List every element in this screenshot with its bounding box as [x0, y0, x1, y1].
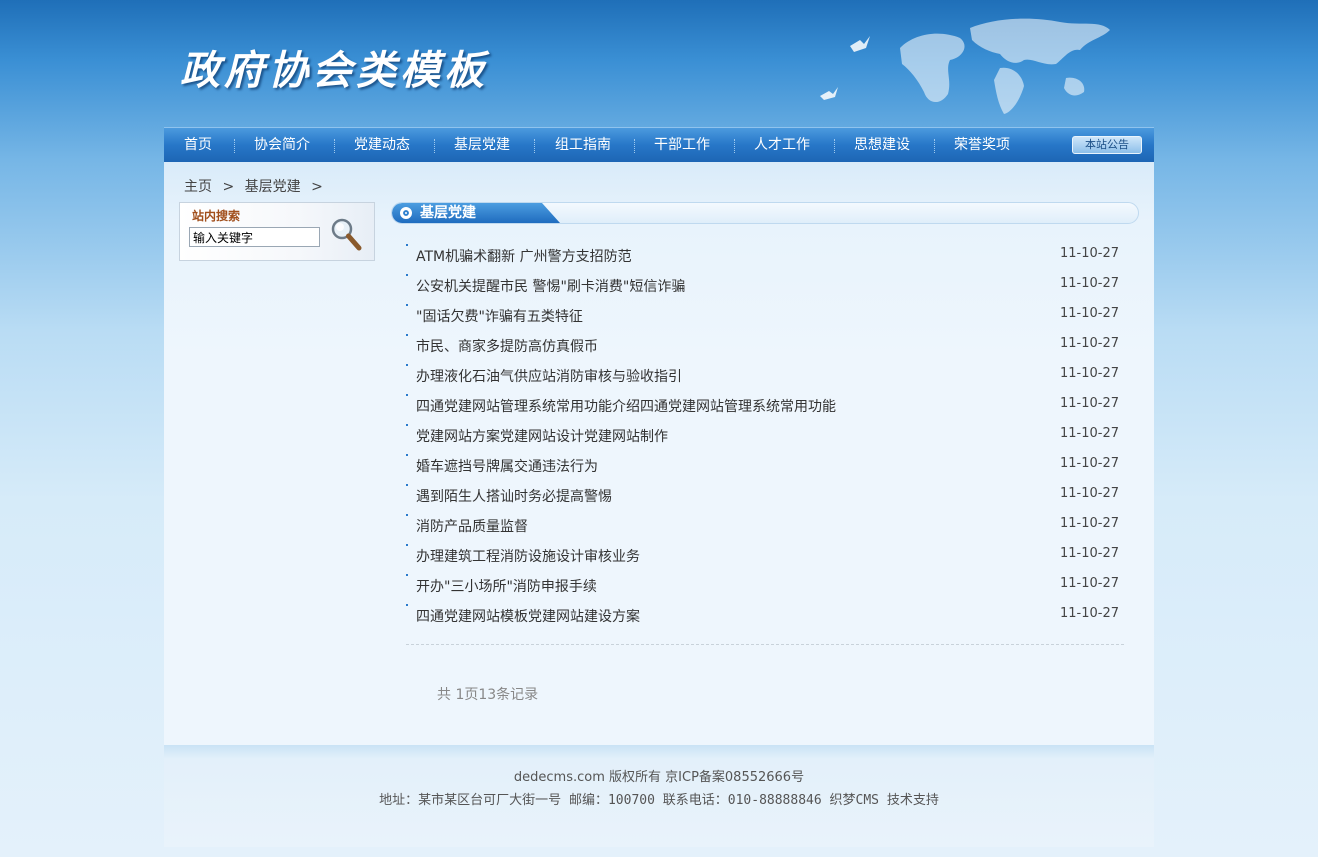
- article-date: 11-10-27: [1059, 546, 1119, 561]
- list-item: 婚车遮挡号牌属交通违法行为 11-10-27: [406, 454, 1124, 484]
- list-item: 四通党建网站管理系统常用功能介绍四通党建网站管理系统常用功能 11-10-27: [406, 394, 1124, 424]
- breadcrumb-home[interactable]: 主页: [184, 179, 212, 195]
- pagination-info: 共 1页13条记录: [437, 687, 539, 703]
- content-panel: 主页 > 基层党建 > 站内搜索 基层党建 ATM机骗术翻新 广州警方支招防范 …: [164, 162, 1154, 745]
- nav-separator: [634, 139, 635, 153]
- site-search-box: 站内搜索: [179, 202, 375, 261]
- search-icon[interactable]: [330, 217, 362, 251]
- bullet-icon: [406, 514, 408, 516]
- nav-separator: [834, 139, 835, 153]
- breadcrumb: 主页 > 基层党建 >: [184, 176, 329, 196]
- footer: dedecms.com 版权所有 京ICP备案08552666号 地址：某市某区…: [164, 745, 1154, 847]
- bullet-icon: [406, 364, 408, 366]
- nav-item-honors[interactable]: 荣誉奖项: [954, 128, 1010, 163]
- list-item: 公安机关提醒市民 警惕"刷卡消费"短信诈骗 11-10-27: [406, 274, 1124, 304]
- nav-item-guide[interactable]: 组工指南: [555, 128, 611, 163]
- footer-copyright: dedecms.com 版权所有 京ICP备案08552666号: [513, 770, 805, 785]
- search-title: 站内搜索: [192, 209, 241, 223]
- list-item: ATM机骗术翻新 广州警方支招防范 11-10-27: [406, 244, 1124, 274]
- article-link[interactable]: 遇到陌生人搭讪时务必提高警惕: [416, 486, 612, 506]
- site-title: 政府协会类模板: [180, 47, 488, 94]
- article-link[interactable]: 办理液化石油气供应站消防审核与验收指引: [416, 366, 682, 386]
- list-item: 党建网站方案党建网站设计党建网站制作 11-10-27: [406, 424, 1124, 454]
- article-date: 11-10-27: [1059, 366, 1119, 381]
- section-tab: [392, 203, 560, 223]
- bullet-icon: [406, 334, 408, 336]
- article-link[interactable]: "固话欠费"诈骗有五类特征: [416, 306, 583, 326]
- nav-separator: [934, 139, 935, 153]
- circle-icon: [400, 207, 412, 219]
- list-item: 市民、商家多提防高仿真假币 11-10-27: [406, 334, 1124, 364]
- bullet-icon: [406, 454, 408, 456]
- article-date: 11-10-27: [1059, 606, 1119, 621]
- bullet-icon: [406, 484, 408, 486]
- list-item: 开办"三小场所"消防申报手续 11-10-27: [406, 574, 1124, 604]
- nav-separator: [434, 139, 435, 153]
- bullet-icon: [406, 424, 408, 426]
- article-link[interactable]: 市民、商家多提防高仿真假币: [416, 336, 598, 356]
- nav-item-ideology[interactable]: 思想建设: [854, 128, 910, 163]
- main-nav: 首页 协会简介 党建动态 基层党建 组工指南 干部工作 人才工作 思想建设 荣誉…: [164, 127, 1154, 162]
- article-date: 11-10-27: [1059, 426, 1119, 441]
- article-date: 11-10-27: [1059, 486, 1119, 501]
- breadcrumb-current[interactable]: 基层党建: [245, 179, 301, 195]
- article-link[interactable]: 公安机关提醒市民 警惕"刷卡消费"短信诈骗: [416, 276, 685, 296]
- section-title: 基层党建: [420, 205, 476, 221]
- article-date: 11-10-27: [1059, 576, 1119, 591]
- bullet-icon: [406, 394, 408, 396]
- search-input[interactable]: [189, 227, 320, 247]
- nav-separator: [734, 139, 735, 153]
- article-link[interactable]: 四通党建网站管理系统常用功能介绍四通党建网站管理系统常用功能: [416, 396, 836, 416]
- nav-item-grassroots[interactable]: 基层党建: [454, 128, 510, 163]
- world-map-icon: [820, 18, 1110, 114]
- article-date: 11-10-27: [1059, 396, 1119, 411]
- article-date: 11-10-27: [1059, 336, 1119, 351]
- breadcrumb-separator: >: [311, 179, 323, 195]
- nav-separator: [334, 139, 335, 153]
- list-item: "固话欠费"诈骗有五类特征 11-10-27: [406, 304, 1124, 334]
- article-link[interactable]: 党建网站方案党建网站设计党建网站制作: [416, 426, 668, 446]
- bullet-icon: [406, 304, 408, 306]
- article-link[interactable]: 四通党建网站模板党建网站建设方案: [416, 606, 640, 626]
- header: 政府协会类模板: [0, 0, 1318, 128]
- article-date: 11-10-27: [1059, 516, 1119, 531]
- site-notice-button[interactable]: 本站公告: [1072, 136, 1142, 154]
- nav-item-about[interactable]: 协会简介: [254, 128, 310, 163]
- section-header: 基层党建: [391, 202, 1139, 224]
- article-link[interactable]: 消防产品质量监督: [416, 516, 528, 536]
- article-link[interactable]: 开办"三小场所"消防申报手续: [416, 576, 597, 596]
- list-item: 四通党建网站模板党建网站建设方案 11-10-27: [406, 604, 1124, 634]
- nav-item-party-news[interactable]: 党建动态: [354, 128, 410, 163]
- nav-item-home[interactable]: 首页: [184, 128, 212, 163]
- list-item: 办理液化石油气供应站消防审核与验收指引 11-10-27: [406, 364, 1124, 394]
- bullet-icon: [406, 274, 408, 276]
- article-date: 11-10-27: [1059, 306, 1119, 321]
- list-item: 消防产品质量监督 11-10-27: [406, 514, 1124, 544]
- list-item: 遇到陌生人搭讪时务必提高警惕 11-10-27: [406, 484, 1124, 514]
- article-list: ATM机骗术翻新 广州警方支招防范 11-10-27 公安机关提醒市民 警惕"刷…: [406, 244, 1124, 634]
- nav-separator: [234, 139, 235, 153]
- article-date: 11-10-27: [1059, 456, 1119, 471]
- bullet-icon: [406, 574, 408, 576]
- breadcrumb-separator: >: [222, 179, 235, 195]
- article-link[interactable]: 婚车遮挡号牌属交通违法行为: [416, 456, 598, 476]
- bullet-icon: [406, 544, 408, 546]
- nav-separator: [534, 139, 535, 153]
- nav-item-talent[interactable]: 人才工作: [754, 128, 810, 163]
- footer-contact: 地址：某市某区台可厂大街一号 邮编：100700 联系电话：010-888888…: [379, 793, 939, 808]
- nav-item-cadre[interactable]: 干部工作: [654, 128, 710, 163]
- article-date: 11-10-27: [1059, 276, 1119, 291]
- article-link[interactable]: 办理建筑工程消防设施设计审核业务: [416, 546, 640, 566]
- article-link[interactable]: ATM机骗术翻新 广州警方支招防范: [416, 246, 632, 266]
- bullet-icon: [406, 244, 408, 246]
- list-divider: [406, 644, 1124, 645]
- list-item: 办理建筑工程消防设施设计审核业务 11-10-27: [406, 544, 1124, 574]
- article-date: 11-10-27: [1059, 246, 1119, 261]
- bullet-icon: [406, 604, 408, 606]
